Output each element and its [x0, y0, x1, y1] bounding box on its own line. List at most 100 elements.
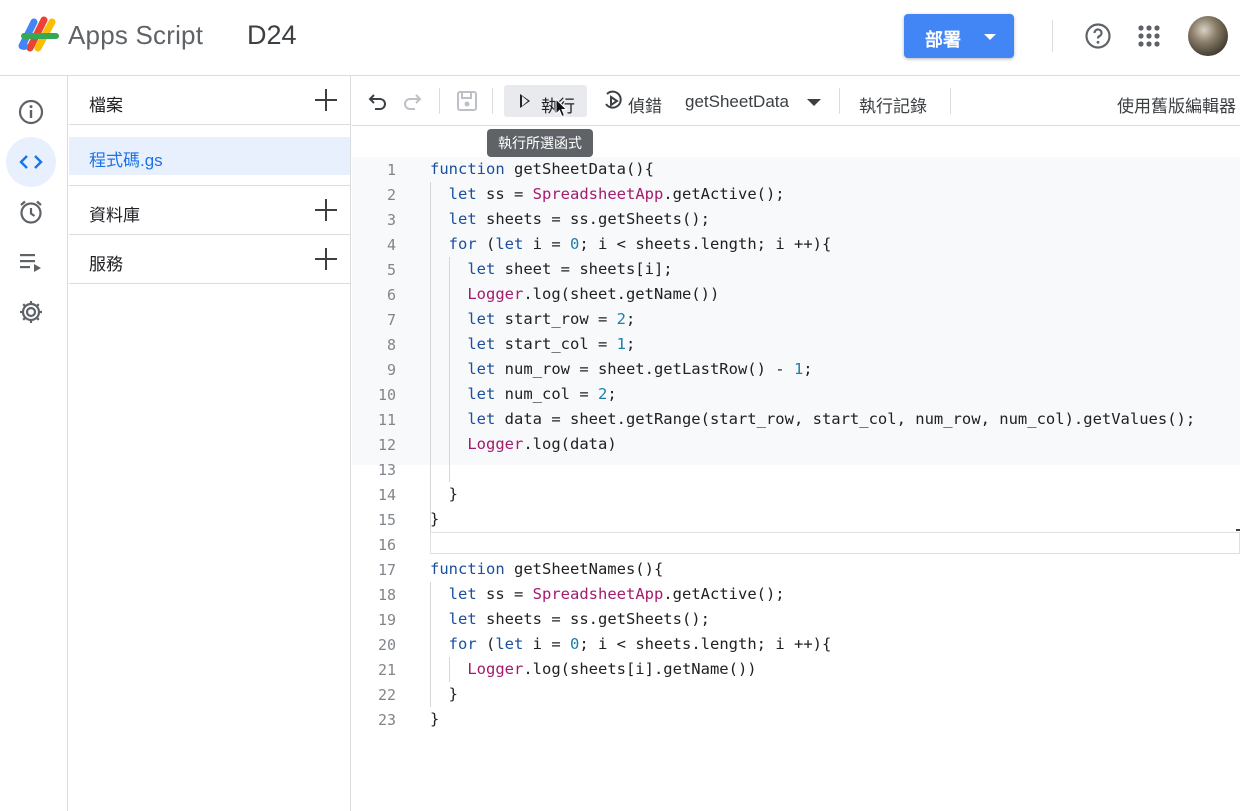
debug-button[interactable]: 偵錯 [602, 85, 672, 117]
line-number: 1 [386, 161, 396, 179]
line-number: 19 [377, 611, 396, 629]
deploy-button-label: 部署 [925, 30, 961, 50]
line-number: 3 [386, 211, 396, 229]
code-line: let ss = SpreadsheetApp.getActive(); [448, 585, 785, 603]
line-number: 23 [377, 711, 396, 729]
function-select-value: getSheetData [685, 92, 789, 111]
apps-grid-icon[interactable] [1135, 22, 1163, 50]
code-line: } [430, 685, 458, 703]
code-line: } [430, 485, 458, 503]
rail-item-settings[interactable] [6, 287, 56, 337]
add-service-plus-icon[interactable] [315, 248, 337, 270]
line-number: 5 [386, 261, 396, 279]
executions-icon [20, 254, 41, 272]
toolbar-divider [492, 88, 493, 114]
info-icon [18, 99, 44, 125]
gear-icon [20, 301, 42, 323]
line-number: 16 [377, 536, 396, 554]
debug-icon [605, 90, 622, 109]
code-icon [19, 155, 43, 169]
code-line: function getSheetNames(){ [430, 560, 664, 578]
line-number: 8 [386, 336, 396, 354]
line-number: 12 [377, 436, 396, 454]
line-number: 13 [377, 461, 396, 479]
apps-script-logo[interactable] [18, 16, 60, 52]
add-library-plus-icon[interactable] [315, 199, 337, 221]
code-line: for (let i = 0; i < sheets.length; i ++)… [448, 235, 832, 253]
rail-item-editor[interactable] [6, 137, 56, 187]
line-number: 9 [386, 361, 396, 379]
code-line: } [430, 510, 440, 528]
code-line: function getSheetData(){ [430, 160, 654, 178]
code-line: let sheet = sheets[i]; [467, 260, 673, 278]
scrollbar-marker[interactable] [1236, 529, 1240, 531]
redo-icon[interactable] [400, 89, 424, 113]
chevron-down-icon [807, 99, 821, 106]
header-divider [1052, 20, 1053, 52]
save-icon[interactable] [455, 89, 479, 113]
code-line: let sheets = ss.getSheets(); [448, 210, 710, 228]
mouse-cursor-icon [555, 98, 568, 118]
line-number: 7 [386, 311, 396, 329]
deploy-button[interactable]: 部署 [904, 14, 1014, 58]
add-file-plus-icon[interactable] [315, 89, 337, 111]
libraries-label: 資料庫 [89, 206, 140, 225]
line-number: 2 [386, 186, 396, 204]
code-line: Logger.log(data) [467, 435, 617, 453]
code-line: let sheets = ss.getSheets(); [448, 610, 710, 628]
code-line: for (let i = 0; i < sheets.length; i ++)… [448, 635, 832, 653]
chevron-down-icon[interactable] [984, 34, 996, 40]
top-app-bar: Apps Script D24 部署 [0, 0, 1240, 76]
current-line-highlight [430, 532, 1240, 554]
line-number: 22 [377, 686, 396, 704]
use-legacy-editor-button[interactable]: 使用舊版編輯器 [1117, 92, 1236, 117]
play-icon [520, 94, 530, 108]
toolbar-divider [839, 88, 840, 114]
code-line: Logger.log(sheets[i].getName()) [467, 660, 757, 678]
execution-log-button[interactable]: 執行記錄 [859, 92, 927, 117]
libraries-section: 資料庫 [69, 186, 351, 235]
file-item-code-gs[interactable]: 程式碼.gs [69, 137, 350, 175]
rail-item-executions[interactable] [6, 237, 56, 287]
toolbar-divider [439, 88, 440, 114]
code-line: let ss = SpreadsheetApp.getActive(); [448, 185, 785, 203]
code-line: let start_row = 2; [467, 310, 636, 328]
line-number: 21 [377, 661, 396, 679]
left-nav-rail [0, 76, 68, 811]
undo-icon[interactable] [366, 89, 390, 113]
line-number: 14 [377, 486, 396, 504]
code-editor[interactable]: 1 2 3 4 5 6 7 8 9 10 11 12 13 14 15 16 1… [352, 127, 1240, 811]
file-item-label: 程式碼.gs [89, 151, 163, 170]
files-header: 檔案 [69, 76, 351, 125]
line-number: 17 [377, 561, 396, 579]
line-number: 20 [377, 636, 396, 654]
line-number: 6 [386, 286, 396, 304]
line-number: 18 [377, 586, 396, 604]
help-icon[interactable] [1084, 22, 1112, 50]
code-line: } [430, 710, 440, 728]
rail-item-triggers[interactable] [6, 187, 56, 237]
code-line: let num_row = sheet.getLastRow() - 1; [467, 360, 813, 378]
avatar[interactable] [1188, 16, 1228, 56]
run-button[interactable]: 執行 [504, 85, 587, 117]
line-number: 4 [386, 236, 396, 254]
line-number: 15 [377, 511, 396, 529]
debug-button-label: 偵錯 [628, 97, 662, 116]
editor-toolbar: 執行 偵錯 getSheetData 執行記錄 使用舊版編輯器 [352, 76, 1240, 126]
code-line: let num_col = 2; [467, 385, 617, 403]
services-section: 服務 [69, 235, 351, 284]
toolbar-divider [950, 88, 951, 114]
project-title[interactable]: D24 [247, 20, 297, 51]
code-line: let start_col = 1; [467, 335, 636, 353]
services-label: 服務 [89, 255, 123, 274]
clock-icon [20, 200, 42, 224]
rail-item-overview[interactable] [6, 87, 56, 137]
code-line: Logger.log(sheet.getName()) [467, 285, 720, 303]
files-header-label: 檔案 [89, 96, 123, 115]
line-number: 11 [377, 411, 396, 429]
line-number: 10 [377, 386, 396, 404]
app-name: Apps Script [68, 20, 204, 50]
files-panel: 檔案 程式碼.gs 資料庫 服務 [69, 76, 351, 811]
function-select[interactable]: getSheetData [685, 85, 825, 117]
code-line: let data = sheet.getRange(start_row, sta… [467, 410, 1196, 428]
